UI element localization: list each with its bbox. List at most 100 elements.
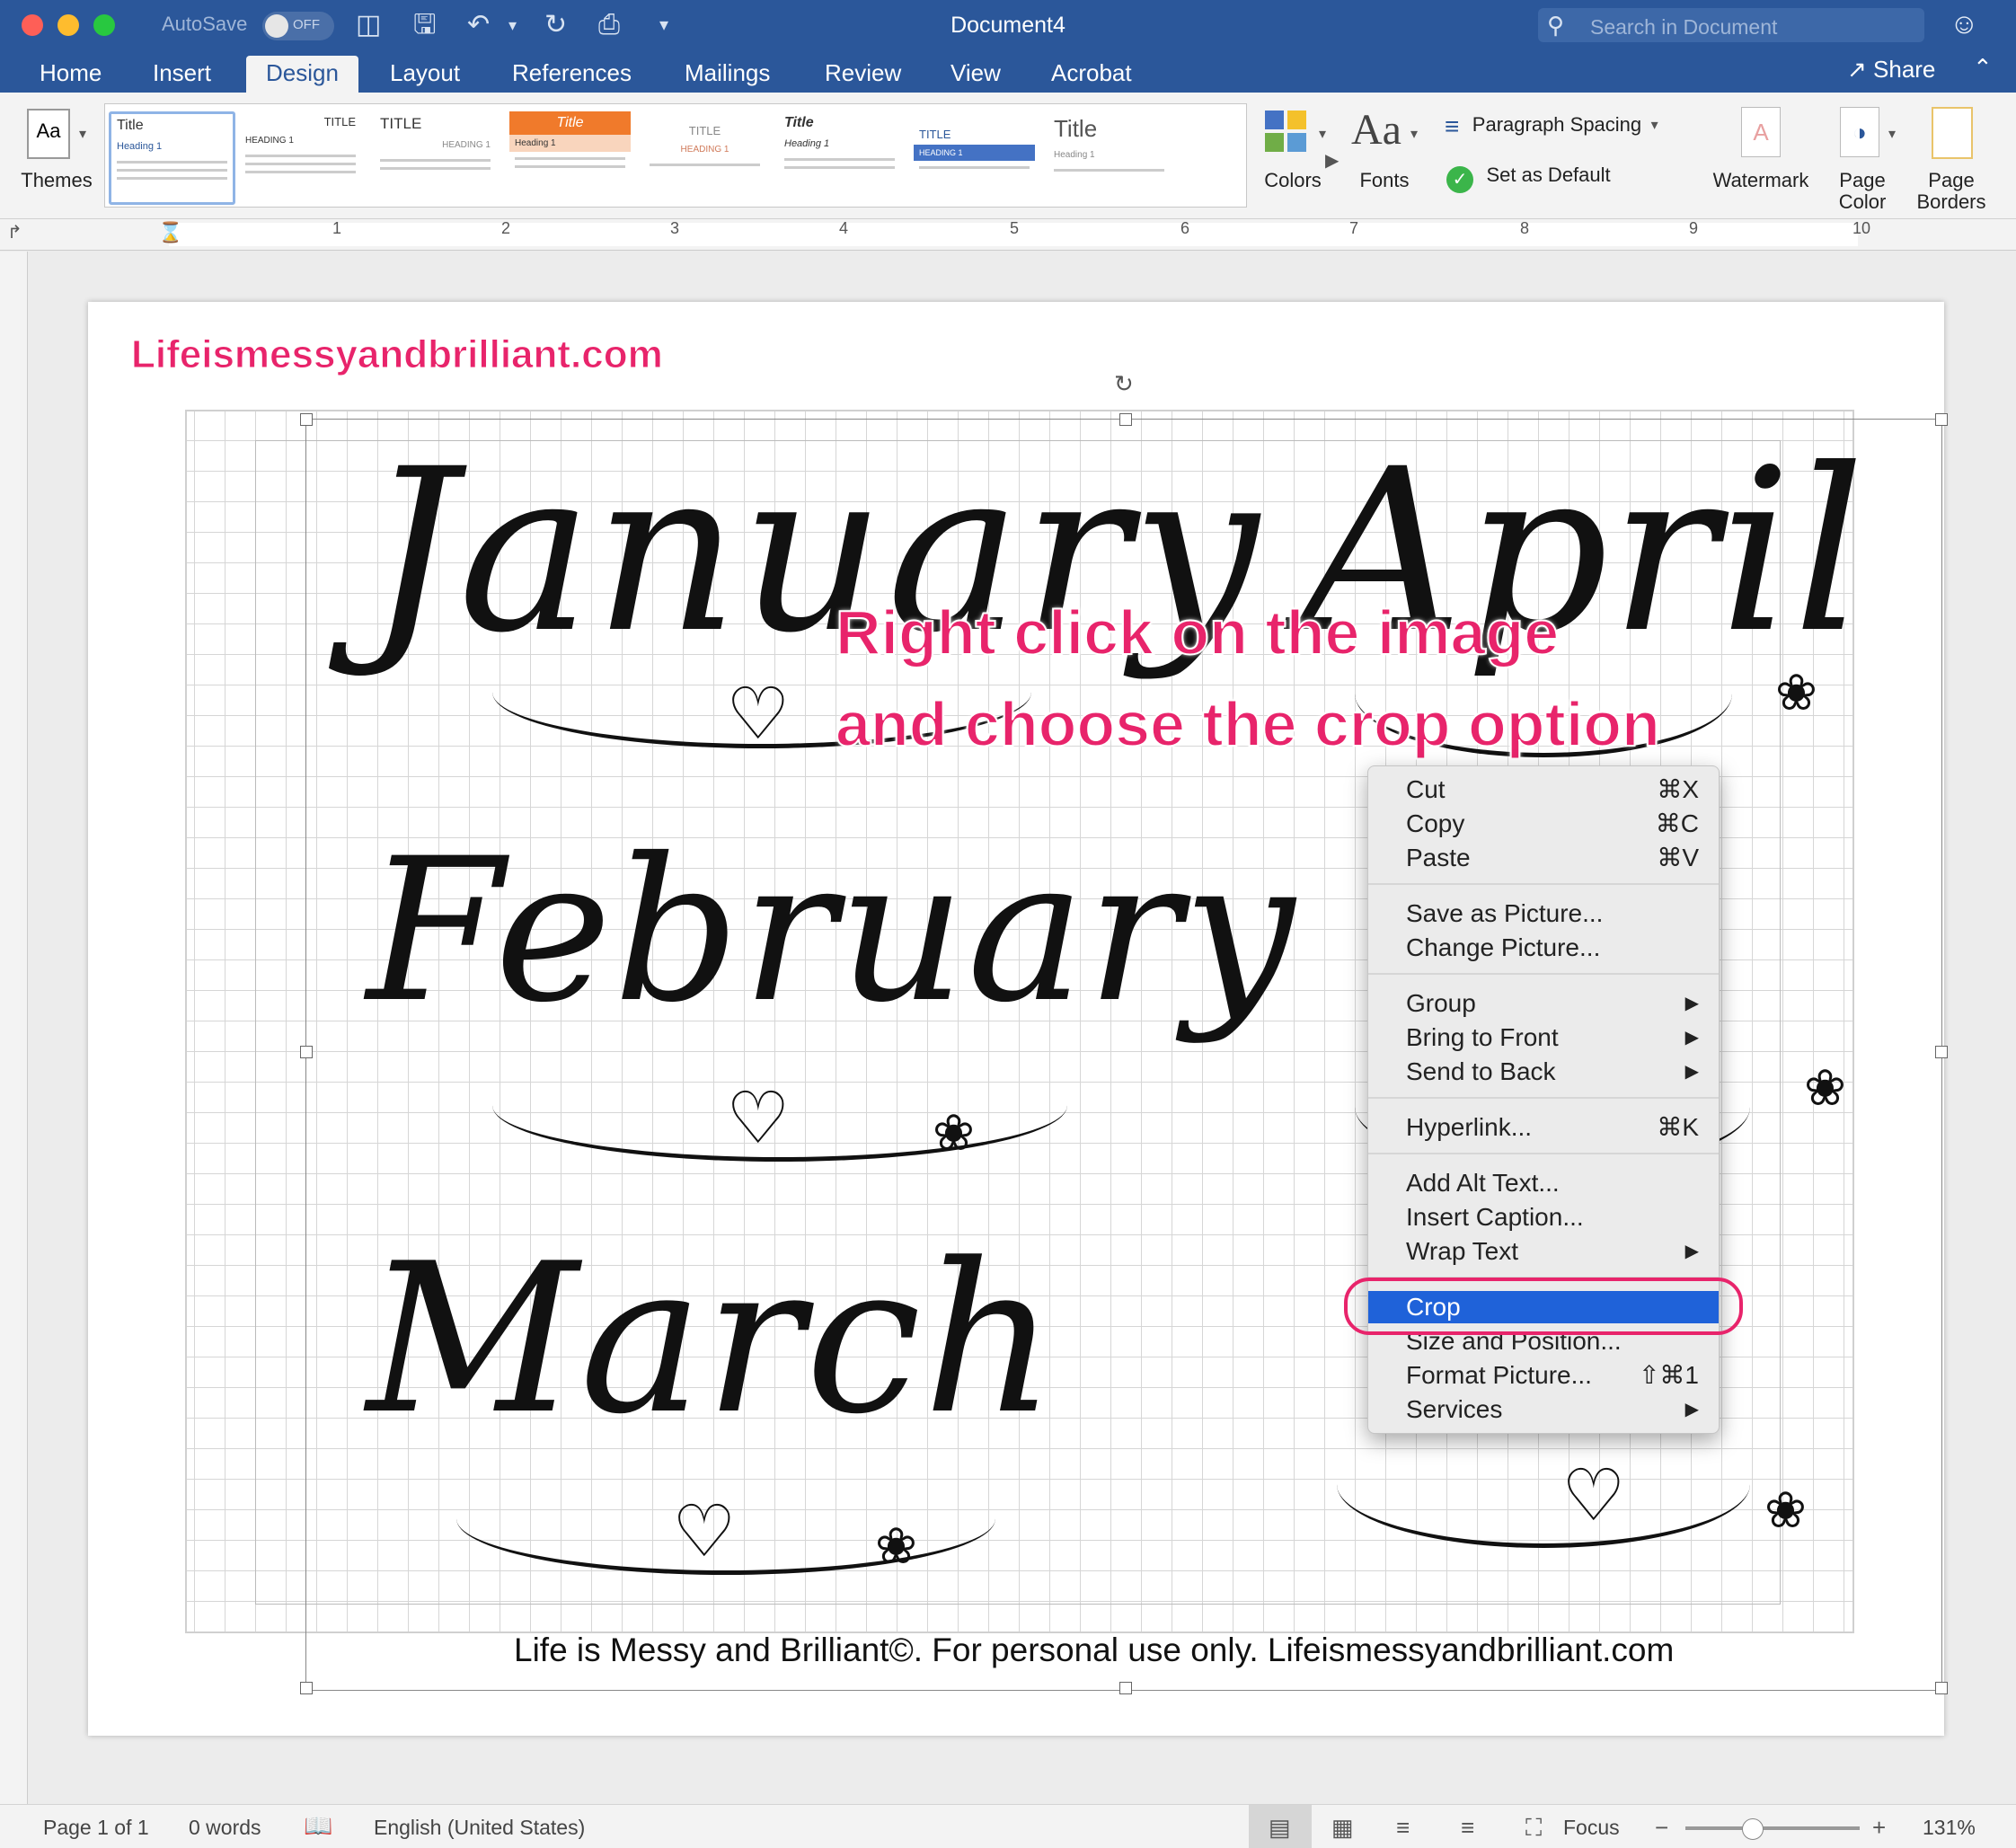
proofing-icon[interactable]: 📖: [304, 1812, 332, 1840]
resize-handle[interactable]: [1935, 413, 1948, 426]
tab-acrobat[interactable]: Acrobat: [1031, 56, 1152, 93]
resize-handle[interactable]: [1119, 1682, 1132, 1694]
draft-view-icon[interactable]: ≡: [1461, 1814, 1474, 1842]
menu-item-cut[interactable]: Cut ⌘X: [1368, 774, 1719, 806]
menu-item-group[interactable]: Group ▶: [1368, 987, 1719, 1020]
menu-item-change-picture[interactable]: Change Picture...: [1368, 932, 1719, 964]
menu-item-hyperlink[interactable]: Hyperlink... ⌘K: [1368, 1111, 1719, 1144]
resize-handle[interactable]: [1935, 1682, 1948, 1694]
style-set-thumbnail[interactable]: TITLE HEADING 1: [240, 111, 361, 199]
instruction-text: Right click on the image: [835, 597, 1560, 668]
menu-item-paste[interactable]: Paste ⌘V: [1368, 842, 1719, 874]
vertical-ruler[interactable]: [0, 252, 28, 1815]
menu-item-send-to-back[interactable]: Send to Back ▶: [1368, 1056, 1719, 1088]
set-as-default-button[interactable]: ✓ Set as Default: [1446, 164, 1611, 197]
colors-dropdown-icon[interactable]: ▾: [1319, 125, 1326, 143]
tab-stop-icon[interactable]: ↱: [7, 221, 22, 243]
resize-handle[interactable]: [1935, 1046, 1948, 1058]
zoom-in-icon[interactable]: +: [1872, 1814, 1886, 1842]
feedback-smiley-icon[interactable]: ☺: [1950, 7, 1979, 40]
title-bar: AutoSave OFF ◫ 🖫 ↶ ▾ ↻ ⎙ ▾ Document4 ⚲ S…: [0, 0, 2016, 51]
indent-marker-icon[interactable]: ⌛: [158, 221, 182, 244]
style-set-thumbnail[interactable]: TITLE HEADING 1: [914, 111, 1035, 199]
menu-item-label: Format Picture...: [1406, 1361, 1592, 1389]
text-line: [919, 166, 1030, 169]
zoom-slider-knob[interactable]: [1741, 1818, 1764, 1840]
style-title: TITLE: [919, 128, 951, 141]
tab-insert[interactable]: Insert: [133, 56, 231, 93]
themes-dropdown-icon[interactable]: ▾: [79, 125, 86, 143]
zoom-slider[interactable]: [1685, 1818, 1860, 1840]
style-heading: Heading 1: [1054, 150, 1095, 160]
tab-layout[interactable]: Layout: [370, 56, 480, 93]
paragraph-spacing-button[interactable]: ≡ Paragraph Spacing ▾: [1445, 112, 1658, 143]
zoom-out-icon[interactable]: −: [1655, 1814, 1668, 1842]
tab-design[interactable]: Design: [246, 56, 358, 93]
style-set-thumbnail[interactable]: Title Heading 1: [779, 111, 900, 199]
resize-handle[interactable]: [300, 413, 313, 426]
resize-handle[interactable]: [300, 1046, 313, 1058]
menu-item-services[interactable]: Services ▶: [1368, 1393, 1719, 1426]
share-button[interactable]: ↗ Share: [1847, 56, 1935, 84]
print-layout-icon: ▤: [1269, 1814, 1291, 1841]
menu-item-copy[interactable]: Copy ⌘C: [1368, 808, 1719, 840]
resize-handle[interactable]: [1119, 413, 1132, 426]
tab-references[interactable]: References: [492, 56, 651, 93]
ruler-number: 9: [1689, 219, 1699, 237]
tab-view[interactable]: View: [931, 56, 1021, 93]
menu-item-label: Group: [1406, 989, 1476, 1017]
fonts-icon[interactable]: Aa: [1351, 105, 1401, 155]
resize-handle[interactable]: [300, 1682, 313, 1694]
menu-shortcut: ⌘X: [1657, 775, 1699, 803]
fonts-dropdown-icon[interactable]: ▾: [1410, 125, 1418, 143]
menu-item-label: Send to Back: [1406, 1057, 1556, 1085]
page-color-dropdown-icon[interactable]: ▾: [1888, 125, 1896, 143]
rotate-handle-icon[interactable]: ↻: [1114, 370, 1134, 398]
menu-item-save-as-picture[interactable]: Save as Picture...: [1368, 897, 1719, 930]
focus-label[interactable]: Focus: [1563, 1816, 1620, 1840]
horizontal-ruler[interactable]: ↱ 1 2 3 4 5 6 7 8 9 10 ⌛: [0, 219, 2016, 251]
zoom-percent[interactable]: 131%: [1923, 1816, 1976, 1840]
menu-item-label: Services: [1406, 1395, 1503, 1423]
gallery-next-icon[interactable]: ▶: [1325, 149, 1339, 172]
colors-icon[interactable]: [1265, 111, 1308, 154]
ruler-number: 5: [1010, 219, 1020, 237]
menu-item-add-alt-text[interactable]: Add Alt Text...: [1368, 1167, 1719, 1199]
style-title: TITLE: [688, 124, 721, 137]
collapse-ribbon-icon[interactable]: ⌃: [1973, 54, 1993, 82]
style-set-thumbnail[interactable]: TITLE HEADING 1: [644, 111, 765, 199]
page-borders-icon[interactable]: [1932, 107, 1973, 159]
word-count[interactable]: 0 words: [189, 1816, 261, 1840]
page-count[interactable]: Page 1 of 1: [43, 1816, 149, 1840]
style-heading: HEADING 1: [442, 140, 491, 150]
tab-review[interactable]: Review: [805, 56, 921, 93]
menu-item-insert-caption[interactable]: Insert Caption...: [1368, 1201, 1719, 1233]
watermark-icon[interactable]: A: [1741, 107, 1781, 157]
search-field[interactable]: ⚲ Search in Document: [1538, 8, 1924, 42]
page-color-icon[interactable]: ◑: [1840, 107, 1879, 157]
tab-mailings[interactable]: Mailings: [665, 56, 790, 93]
menu-item-label: Add Alt Text...: [1406, 1169, 1560, 1197]
submenu-arrow-icon: ▶: [1684, 1062, 1699, 1082]
themes-label: Themes: [21, 169, 93, 191]
outline-view-icon[interactable]: ≡: [1396, 1814, 1410, 1842]
style-set-thumbnail[interactable]: Title Heading 1: [109, 111, 235, 205]
style-set-thumbnail[interactable]: Title Heading 1: [1048, 111, 1170, 199]
language-label[interactable]: English (United States): [374, 1816, 585, 1840]
themes-icon[interactable]: Aa: [27, 109, 70, 159]
menu-item-bring-to-front[interactable]: Bring to Front ▶: [1368, 1021, 1719, 1054]
print-layout-view-button[interactable]: ▤: [1249, 1805, 1312, 1848]
menu-item-label: Wrap Text: [1406, 1237, 1519, 1265]
text-line: [245, 155, 356, 157]
style-set-thumbnail[interactable]: Title Heading 1: [509, 111, 631, 199]
tab-home[interactable]: Home: [20, 56, 121, 93]
menu-item-wrap-text[interactable]: Wrap Text ▶: [1368, 1235, 1719, 1268]
focus-icon[interactable]: ⛶: [1525, 1814, 1542, 1843]
text-line: [784, 166, 895, 169]
text-line: [245, 163, 356, 165]
menu-item-format-picture[interactable]: Format Picture... ⇧⌘1: [1368, 1359, 1719, 1392]
style-set-thumbnail[interactable]: TITLE HEADING 1: [375, 111, 496, 199]
text-line: [117, 177, 227, 180]
ruler-number: 8: [1520, 219, 1530, 237]
web-layout-icon[interactable]: ▦: [1331, 1814, 1354, 1842]
